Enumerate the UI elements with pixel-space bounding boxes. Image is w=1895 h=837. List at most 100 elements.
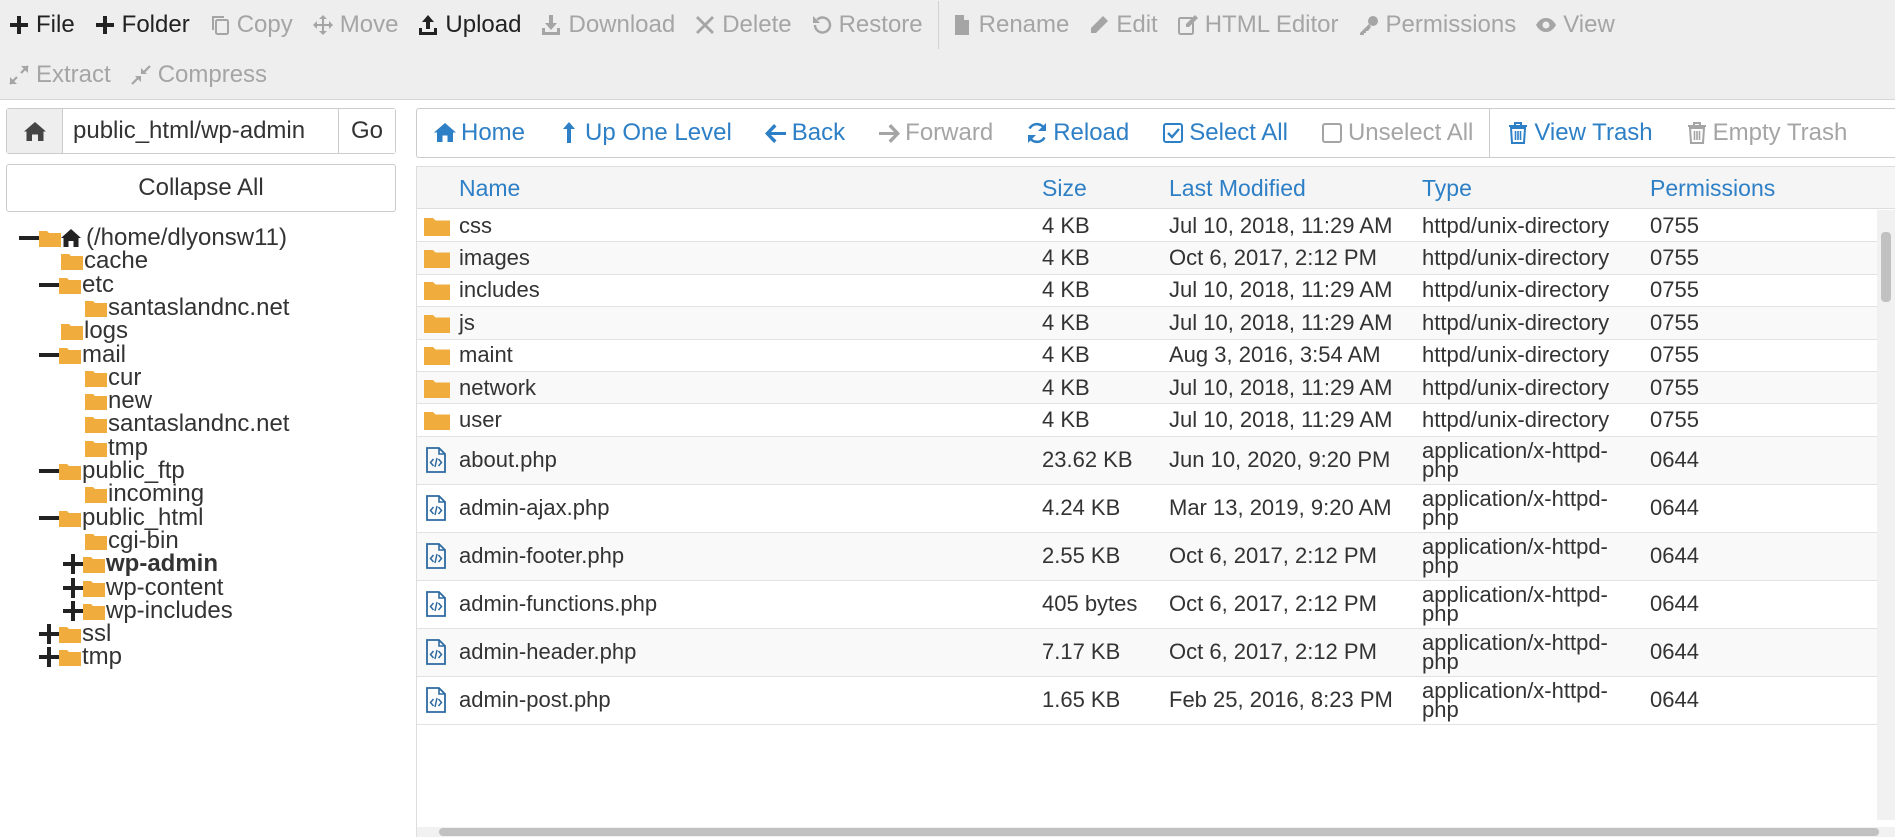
file-row[interactable]: admin-post.php 1.65 KB Feb 25, 2016, 8:23 … <box>417 676 1877 725</box>
restore-button[interactable]: Restore <box>803 1 934 49</box>
view-button[interactable]: View <box>1527 1 1626 49</box>
cell-name[interactable]: about.php <box>459 437 557 484</box>
cell-type: httpd/unix-directory <box>1422 277 1610 303</box>
expand-toggle-icon[interactable] <box>62 553 84 575</box>
folder-row[interactable]: network 4 KB Jul 10, 2018, 11:29 AM httpd/u… <box>417 372 1877 405</box>
column-header-type[interactable]: Type <box>1422 167 1472 209</box>
folder-icon <box>85 417 107 434</box>
path-input[interactable] <box>63 109 338 153</box>
row-icon <box>423 677 447 724</box>
folder-icon <box>85 370 107 387</box>
column-header-permissions[interactable]: Permissions <box>1650 167 1775 209</box>
cell-type: application/x-httpd-php <box>1422 486 1608 531</box>
file-row[interactable]: about.php 23.62 KB Jun 10, 2020, 9:20 PM ap… <box>417 436 1877 485</box>
folder-row[interactable]: includes 4 KB Jul 10, 2018, 11:29 AM httpd/… <box>417 274 1877 308</box>
collapse-toggle-icon[interactable] <box>38 344 60 366</box>
folder-icon <box>59 510 81 527</box>
cell-name[interactable]: admin-footer.php <box>459 533 624 580</box>
cell-name[interactable]: admin-header.php <box>459 629 636 676</box>
html-editor-button[interactable]: HTML Editor <box>1169 1 1350 49</box>
compress-button[interactable]: Compress <box>122 51 278 99</box>
cell-name[interactable]: network <box>459 372 536 403</box>
view-trash-button[interactable]: View Trash <box>1490 109 1668 157</box>
cell-last-modified: Jul 10, 2018, 11:29 AM <box>1169 277 1393 303</box>
expand-toggle-icon[interactable] <box>38 646 60 668</box>
tree-node-label[interactable]: santaslandnc.net <box>108 294 289 322</box>
row-icon <box>423 404 451 435</box>
column-header-name[interactable]: Name <box>459 167 520 209</box>
file-row[interactable]: admin-ajax.php 4.24 KB Mar 13, 2019, 9:20 … <box>417 484 1877 533</box>
expand-toggle-icon[interactable] <box>62 600 84 622</box>
collapse-all-button[interactable]: Collapse All <box>6 164 396 212</box>
cell-name[interactable]: maint <box>459 340 513 371</box>
upload-button[interactable]: Upload <box>409 1 532 49</box>
copy-icon <box>211 16 229 35</box>
collapse-toggle-icon[interactable] <box>38 507 60 529</box>
upload-button-label: Upload <box>445 11 522 38</box>
rename-button[interactable]: Rename <box>943 1 1081 49</box>
folder-row[interactable]: css 4 KB Jul 10, 2018, 11:29 AM httpd/unix-… <box>417 210 1877 243</box>
column-header-size[interactable]: Size <box>1042 167 1087 209</box>
expand-toggle-icon[interactable] <box>38 623 60 645</box>
cell-name[interactable]: user <box>459 404 502 435</box>
copy-button[interactable]: Copy <box>201 1 304 49</box>
folder-icon <box>59 650 81 667</box>
expand-toggle-icon[interactable] <box>62 577 84 599</box>
vertical-scrollbar[interactable] <box>1877 210 1895 820</box>
file-row[interactable]: admin-header.php 7.17 KB Oct 6, 2017, 2:12… <box>417 628 1877 677</box>
column-header-last-modified[interactable]: Last Modified <box>1169 167 1306 209</box>
cell-name[interactable]: admin-functions.php <box>459 581 657 628</box>
go-button[interactable]: Go <box>338 109 395 153</box>
tree-node[interactable]: tmp <box>38 643 122 671</box>
cell-last-modified: Jul 10, 2018, 11:29 AM <box>1169 212 1393 238</box>
reload-button[interactable]: Reload <box>1009 109 1145 157</box>
cell-permissions: 0755 <box>1650 212 1699 238</box>
cell-name[interactable]: js <box>459 307 475 338</box>
permissions-button[interactable]: Permissions <box>1350 1 1528 49</box>
download-button[interactable]: Download <box>532 1 686 49</box>
tree-node-label[interactable]: tmp <box>82 643 122 671</box>
unselect-all-button[interactable]: Unselect All <box>1304 109 1489 157</box>
forward-button[interactable]: Forward <box>861 109 1009 157</box>
cell-name[interactable]: includes <box>459 275 540 306</box>
file-row[interactable]: admin-functions.php 405 bytes Oct 6, 2017,… <box>417 580 1877 629</box>
home-button[interactable]: Home <box>417 109 541 157</box>
home-button-label: Home <box>461 119 526 146</box>
extract-button[interactable]: Extract <box>0 51 122 99</box>
back-button[interactable]: Back <box>748 109 861 157</box>
collapse-toggle-icon[interactable] <box>38 460 60 482</box>
home-directory-button[interactable] <box>7 109 63 153</box>
horizontal-scroll-thumb[interactable] <box>439 828 1879 836</box>
up-one-level-button[interactable]: Up One Level <box>541 109 748 157</box>
folder-icon <box>424 347 450 366</box>
empty-trash-button[interactable]: Empty Trash <box>1669 109 1864 157</box>
cell-name[interactable]: images <box>459 242 530 273</box>
home-icon <box>434 123 456 142</box>
code-file-icon <box>426 447 446 474</box>
cell-name[interactable]: css <box>459 210 492 241</box>
tree-node-label[interactable]: wp-includes <box>106 597 233 625</box>
horizontal-scrollbar[interactable] <box>417 827 1895 837</box>
folder-icon <box>85 394 107 411</box>
new-folder-button[interactable]: Folder <box>86 1 201 49</box>
times-icon <box>696 16 715 34</box>
vertical-scroll-thumb[interactable] <box>1881 232 1891 302</box>
cell-size: 4 KB <box>1042 277 1090 303</box>
cell-name[interactable]: admin-ajax.php <box>459 485 609 532</box>
collapse-toggle-icon[interactable] <box>38 274 60 296</box>
edit-button[interactable]: Edit <box>1080 1 1168 49</box>
collapse-toggle-icon[interactable] <box>18 227 40 249</box>
folder-row[interactable]: images 4 KB Oct 6, 2017, 2:12 PM httpd/unix… <box>417 242 1877 275</box>
folder-row[interactable]: maint 4 KB Aug 3, 2016, 3:54 AM httpd/unix-… <box>417 339 1877 372</box>
path-navigation-group: Go <box>6 108 396 154</box>
folder-row[interactable]: user 4 KB Jul 10, 2018, 11:29 AM httpd/unix… <box>417 404 1877 437</box>
new-file-button[interactable]: File <box>0 1 86 49</box>
cell-last-modified: Aug 3, 2016, 3:54 AM <box>1169 342 1381 368</box>
select-all-button[interactable]: Select All <box>1145 109 1304 157</box>
delete-button[interactable]: Delete <box>686 1 802 49</box>
folder-row[interactable]: js 4 KB Jul 10, 2018, 11:29 AM httpd/unix-d… <box>417 307 1877 340</box>
cell-name[interactable]: admin-post.php <box>459 677 611 724</box>
file-row[interactable]: admin-footer.php 2.55 KB Oct 6, 2017, 2:12… <box>417 532 1877 581</box>
reload-button-label: Reload <box>1053 119 1130 146</box>
move-button[interactable]: Move <box>304 1 410 49</box>
